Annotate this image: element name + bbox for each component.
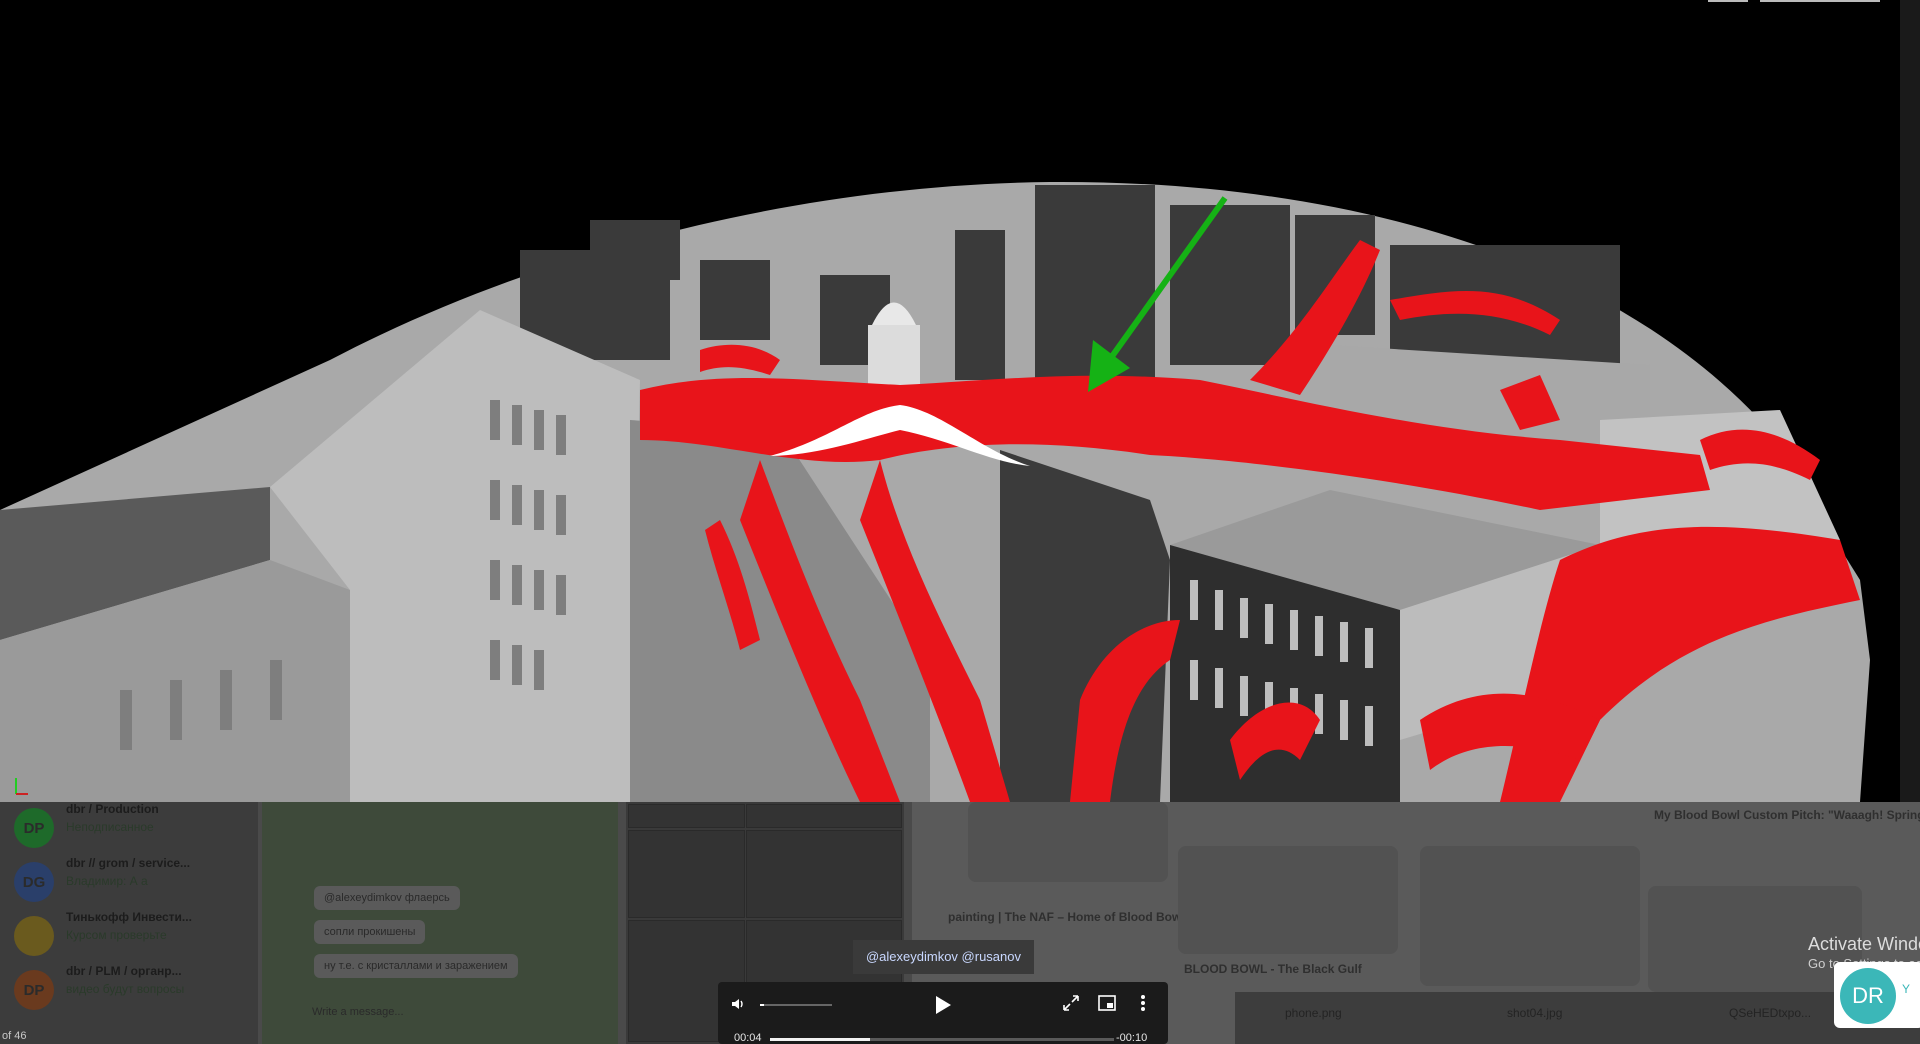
result-image[interactable] [1178,846,1398,954]
message-input[interactable]: Write a message... [312,1006,404,1018]
seek-bar[interactable] [770,1038,1114,1041]
message-bubble: @alexeydimkov флаерсь [314,886,460,910]
chat-item[interactable]: DG dbr // grom / service... Владимир: А … [8,856,254,908]
chat-item[interactable]: DP dbr / Production Неподписанное [8,802,254,854]
chat-preview: видео будут вопросы [66,982,185,996]
result-image[interactable] [1420,846,1640,986]
chat-name: dbr / Production [66,802,159,816]
avatar: DP [14,808,54,848]
chat-name: Тинькофф Инвести... [66,910,192,924]
gallery-tile[interactable] [746,804,902,828]
result-title[interactable]: BLOOD BOWL - The Black Gulf [1184,962,1362,976]
chat-preview: Владимир: А а [66,874,148,888]
download-bar: phone.png shot04.jpg QSeHEDtxpo... [1235,992,1920,1044]
gallery-tile[interactable] [628,830,745,918]
play-button[interactable] [930,992,956,1018]
top-edge-mark [1760,0,1880,2]
avatar: DP [14,970,54,1010]
chat-item[interactable]: Тинькофф Инвести... Курсом проверьте [8,910,254,962]
chat-preview: Неподписанное [66,820,154,834]
current-time: 00:04 [734,1032,762,1044]
video-frame[interactable] [0,0,1900,802]
picture-in-picture-icon[interactable] [1096,992,1118,1014]
fullscreen-icon[interactable] [1060,992,1082,1014]
activate-windows-title: Activate Windows [1808,934,1920,954]
volume-slider-fill [760,1004,764,1006]
seek-bar-fill [770,1038,870,1041]
download-item[interactable]: phone.png [1285,1006,1342,1020]
page-counter: of 46 [2,1030,27,1042]
result-title[interactable]: painting | The NAF – Home of Blood Bowl [948,910,1185,924]
avatar [14,916,54,956]
message-bubble: сопли прокишены [314,920,426,944]
chat-list: DP dbr / Production Неподписанное DG dbr… [0,802,258,1044]
top-edge-mark [1708,0,1748,2]
download-item[interactable]: QSeHEDtxpo... [1729,1006,1811,1020]
chat-item[interactable]: DP dbr / PLM / органр... видео будут воп… [8,964,254,1016]
right-edge-strip [1900,0,1920,802]
notification-card[interactable]: DR Y [1834,962,1920,1028]
download-item[interactable]: shot04.jpg [1507,1006,1562,1020]
gallery-tile[interactable] [628,804,745,828]
gallery-tile[interactable] [746,830,902,918]
message-bubble: ну т.е. с кристаллами и заражением [314,954,518,978]
notification-text: Y [1902,982,1911,996]
chat-name: dbr // grom / service... [66,856,191,870]
chat-preview: Курсом проверьте [66,928,167,942]
video-caption: @alexeydimkov @rusanov [853,940,1034,974]
chat-area: @alexeydimkov флаерсь сопли прокишены ну… [262,802,618,1044]
result-title[interactable]: My Blood Bowl Custom Pitch: "Waaagh! Spr… [1654,808,1920,822]
avatar: DR [1840,968,1896,1024]
volume-slider[interactable] [760,1004,832,1006]
more-options-icon[interactable] [1132,992,1154,1014]
remaining-time: -00:10 [1116,1032,1148,1044]
result-image[interactable] [968,802,1168,882]
volume-icon[interactable] [728,994,748,1014]
video-player-controls: 00:04 -00:10 [718,982,1168,1044]
chat-name: dbr / PLM / органр... [66,964,182,978]
avatar: DG [14,862,54,902]
